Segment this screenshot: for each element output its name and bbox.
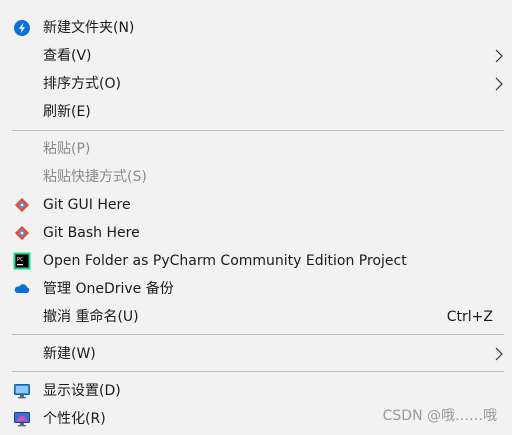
menu-item-paste-shortcut[interactable]: 粘贴快捷方式(S) <box>0 163 512 191</box>
onedrive-cloud-icon <box>13 280 31 298</box>
new-folder-onedrive-icon <box>13 19 31 37</box>
watermark-text: CSDN @哦……哦 <box>382 408 497 424</box>
chevron-right-icon <box>494 49 504 63</box>
menu-item-paste[interactable]: 粘贴(P) <box>0 135 512 163</box>
menu-item-label: 个性化(R) <box>43 411 106 427</box>
menu-item-git-bash[interactable]: Git Bash Here <box>0 219 512 247</box>
menu-item-display-settings[interactable]: 显示设置(D) <box>0 377 512 405</box>
svg-text:PC: PC <box>17 257 24 263</box>
menu-item-view[interactable]: 查看(V) <box>0 42 512 70</box>
menu-item-new-folder[interactable]: 新建文件夹(N) <box>0 14 512 42</box>
menu-item-git-gui[interactable]: Git GUI Here <box>0 191 512 219</box>
desktop-context-menu: 新建文件夹(N) 查看(V) 排序方式(O) 刷新(E) 粘贴(P) 粘贴快捷方… <box>0 0 512 435</box>
menu-item-label: Git Bash Here <box>43 225 140 241</box>
menu-separator <box>12 334 504 335</box>
menu-item-label: 新建文件夹(N) <box>43 20 135 36</box>
menu-item-refresh[interactable]: 刷新(E) <box>0 98 512 126</box>
menu-separator <box>12 130 504 131</box>
display-settings-icon <box>13 382 31 400</box>
git-icon <box>13 224 31 242</box>
menu-item-label: 排序方式(O) <box>43 76 121 92</box>
menu-item-label: 粘贴(P) <box>43 141 91 157</box>
menu-item-new[interactable]: 新建(W) <box>0 340 512 368</box>
personalize-icon <box>13 410 31 428</box>
chevron-right-icon <box>494 347 504 361</box>
menu-separator <box>12 371 504 372</box>
menu-item-sort-by[interactable]: 排序方式(O) <box>0 70 512 98</box>
menu-item-open-pycharm[interactable]: PC Open Folder as PyCharm Community Edit… <box>0 247 512 275</box>
menu-item-onedrive-backup[interactable]: 管理 OneDrive 备份 <box>0 275 512 303</box>
menu-item-label: 新建(W) <box>43 346 96 362</box>
git-icon <box>13 196 31 214</box>
menu-item-label: 粘贴快捷方式(S) <box>43 169 147 185</box>
menu-item-label: Git GUI Here <box>43 197 131 213</box>
pycharm-icon: PC <box>13 252 31 270</box>
chevron-right-icon <box>494 77 504 91</box>
menu-item-label: 刷新(E) <box>43 104 91 120</box>
menu-item-label: 撤消 重命名(U) <box>43 309 139 325</box>
menu-item-label: 显示设置(D) <box>43 383 121 399</box>
menu-item-label: 管理 OneDrive 备份 <box>43 281 174 297</box>
menu-item-label: 查看(V) <box>43 48 92 64</box>
menu-item-undo-rename[interactable]: 撤消 重命名(U) Ctrl+Z <box>0 303 512 331</box>
menu-item-label: Open Folder as PyCharm Community Edition… <box>43 253 407 269</box>
shortcut-text: Ctrl+Z <box>446 309 493 325</box>
